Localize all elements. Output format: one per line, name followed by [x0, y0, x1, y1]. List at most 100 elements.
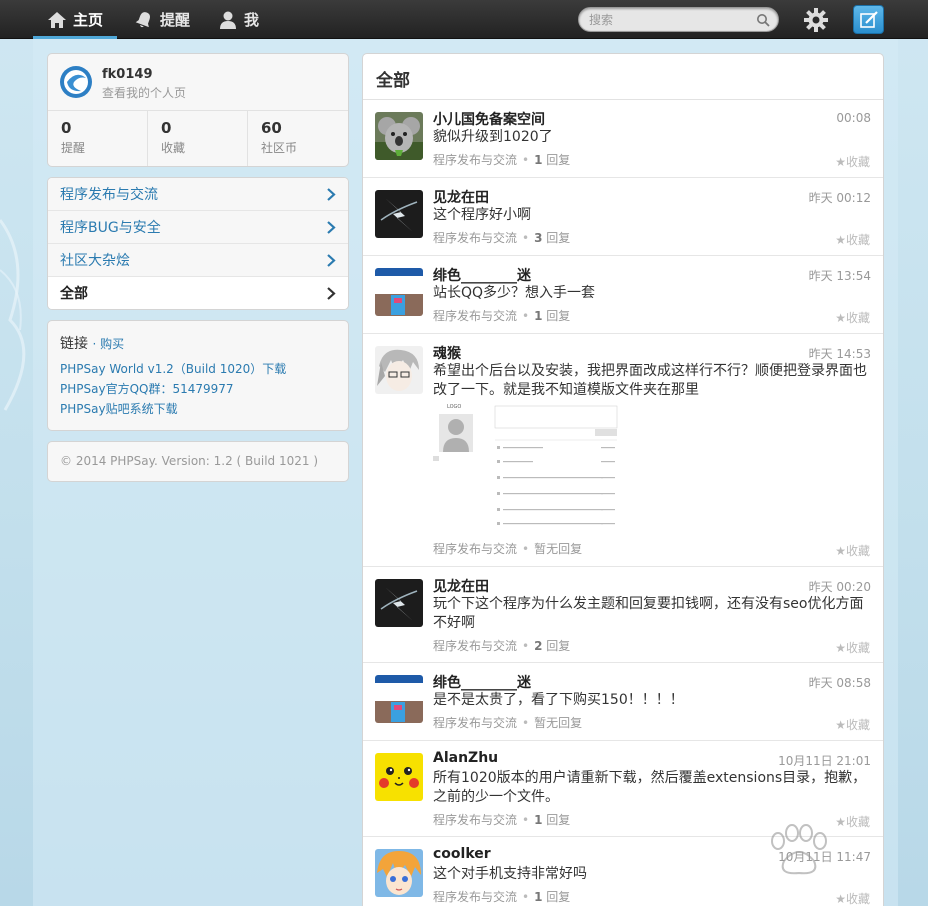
post-author[interactable]: coolker [433, 846, 491, 862]
reply-label[interactable]: 暂无回复 [534, 542, 582, 556]
category-misc[interactable]: 社区大杂烩 [48, 244, 348, 277]
nav-me[interactable]: 我 [218, 0, 259, 39]
reply-count: 1 [534, 813, 543, 827]
post-content[interactable]: 这个程序好小啊 [433, 206, 873, 225]
category-label: 社区大杂烩 [60, 253, 130, 269]
post-item[interactable]: 见龙在田 昨天 00:20 玩个下这个程序为什么发主题和回复要扣钱啊，还有没有s… [363, 567, 883, 663]
avatar-pikachu[interactable] [375, 753, 423, 801]
favorite-button[interactable]: ★收藏 [835, 309, 870, 326]
link-tieba-download[interactable]: PHPSay贴吧系统下载 [60, 399, 336, 419]
reply-label[interactable]: 回复 [546, 231, 570, 245]
profile-stats: 0 提醒 0 收藏 60 社区币 [48, 111, 348, 166]
stat-value: 0 [61, 119, 72, 137]
post-category[interactable]: 程序发布与交流 [433, 890, 517, 904]
reply-label[interactable]: 回复 [546, 309, 570, 323]
avatar-koala[interactable] [375, 112, 423, 160]
post-meta: 程序发布与交流 • 1 回复 [433, 151, 570, 168]
stat-label: 提醒 [61, 141, 86, 155]
profile-page-link[interactable]: 查看我的个人页 [102, 84, 186, 101]
favorite-button[interactable]: ★收藏 [835, 153, 870, 170]
reply-label[interactable]: 回复 [546, 813, 570, 827]
reply-label[interactable]: 回复 [546, 639, 570, 653]
nav-remind-label: 提醒 [160, 11, 191, 29]
post-category[interactable]: 程序发布与交流 [433, 231, 517, 245]
post-category[interactable]: 程序发布与交流 [433, 542, 517, 556]
search-icon[interactable] [756, 13, 770, 27]
link-qq-group[interactable]: PHPSay官方QQ群：51479977 [60, 379, 336, 399]
gear-icon[interactable] [803, 7, 829, 33]
nav-remind[interactable]: 提醒 [134, 0, 190, 39]
chevron-right-icon [327, 188, 336, 201]
favorite-button[interactable]: ★收藏 [835, 231, 870, 248]
avatar[interactable] [59, 65, 93, 99]
meta-separator: • [522, 309, 530, 323]
reply-count: 1 [534, 309, 543, 323]
reply-label[interactable]: 暂无回复 [534, 716, 582, 730]
stat-favorites[interactable]: 0 收藏 [148, 111, 248, 166]
category-all[interactable]: 全部 [48, 277, 348, 309]
post-category[interactable]: 程序发布与交流 [433, 639, 517, 653]
post-category[interactable]: 程序发布与交流 [433, 309, 517, 323]
post-author[interactable]: 见龙在田 [433, 576, 489, 596]
home-icon [48, 11, 66, 28]
avatar-anime-boy[interactable] [375, 346, 423, 394]
compose-button[interactable] [853, 5, 884, 34]
avatar-lightning[interactable] [375, 190, 423, 238]
post-content[interactable]: 貌似升级到1020了 [433, 128, 873, 147]
stat-value: 0 [160, 119, 172, 137]
reply-label[interactable]: 回复 [546, 153, 570, 167]
post-meta: 程序发布与交流 • 暂无回复 [433, 540, 582, 557]
post-author[interactable]: 绯色________迷 [433, 672, 531, 692]
post-category[interactable]: 程序发布与交流 [433, 813, 517, 827]
post-content[interactable]: 希望出个后台以及安装，我把界面改成这样行不行？顺便把登录界面也改了一下。就是我不… [433, 362, 873, 400]
stat-coins[interactable]: 60 社区币 [248, 111, 348, 166]
post-author[interactable]: 见龙在田 [433, 187, 489, 207]
favorite-label: 收藏 [845, 233, 870, 247]
favorite-button[interactable]: ★收藏 [835, 716, 870, 733]
post-item[interactable]: 魂猴 昨天 14:53 希望出个后台以及安装，我把界面改成这样行不行？顺便把登录… [363, 334, 883, 567]
link-download-world[interactable]: PHPSay World v1.2（Build 1020）下载 [60, 359, 336, 379]
profile-header[interactable]: fk0149 查看我的个人页 [48, 54, 348, 111]
profile-username[interactable]: fk0149 [102, 67, 152, 82]
favorite-button[interactable]: ★收藏 [835, 639, 870, 656]
post-item[interactable]: 绯色________迷 昨天 13:54 站长QQ多少？想入手一套 程序发布与交… [363, 256, 883, 334]
post-category[interactable]: 程序发布与交流 [433, 716, 517, 730]
top-navigation-bar: 主页 提醒 我 [0, 0, 928, 39]
favorite-button[interactable]: ★收藏 [835, 542, 870, 559]
category-bug-security[interactable]: 程序BUG与安全 [48, 211, 348, 244]
post-meta: 程序发布与交流 • 3 回复 [433, 229, 570, 246]
chevron-right-icon [327, 287, 336, 300]
post-time: 10月11日 21:01 [778, 754, 871, 768]
post-meta: 程序发布与交流 • 2 回复 [433, 637, 570, 654]
post-time: 00:08 [836, 111, 871, 125]
post-author[interactable]: 魂猴 [433, 343, 461, 363]
avatar-lightning[interactable] [375, 579, 423, 627]
post-author[interactable]: 小儿国免备案空间 [433, 109, 545, 129]
meta-separator: • [522, 542, 530, 556]
nav-home-label: 主页 [73, 11, 104, 29]
post-content[interactable]: 所有1020版本的用户请重新下载，然后覆盖extensions目录，抱歉，之前的… [433, 769, 873, 807]
reply-label[interactable]: 回复 [546, 890, 570, 904]
avatar-anime-blond[interactable] [375, 849, 423, 897]
post-content[interactable]: 是不是太贵了，看了下购买150！！！！ [433, 691, 873, 710]
post-item[interactable]: 绯色________迷 昨天 08:58 是不是太贵了，看了下购买150！！！！… [363, 663, 883, 741]
post-category[interactable]: 程序发布与交流 [433, 153, 517, 167]
buy-link[interactable]: · 购买 [92, 337, 124, 351]
nav-me-label: 我 [244, 11, 260, 29]
avatar-phone[interactable] [375, 268, 423, 316]
search-input[interactable] [579, 8, 749, 31]
post-author[interactable]: 绯色________迷 [433, 265, 531, 285]
post-item[interactable]: 小儿国免备案空间 00:08 貌似升级到1020了 程序发布与交流 • 1 回复 ★… [363, 100, 883, 178]
post-author[interactable]: AlanZhu [433, 750, 498, 766]
post-content[interactable]: 站长QQ多少？想入手一套 [433, 284, 873, 303]
category-label: 程序发布与交流 [60, 187, 158, 203]
post-content[interactable]: 玩个下这个程序为什么发主题和回复要扣钱啊，还有没有seo优化方面不好啊 [433, 595, 873, 633]
stat-remind[interactable]: 0 提醒 [48, 111, 148, 166]
post-attachment-image[interactable]: LOGO [433, 400, 623, 530]
post-item[interactable]: 见龙在田 昨天 00:12 这个程序好小啊 程序发布与交流 • 3 回复 ★收藏 [363, 178, 883, 256]
avatar-phone[interactable] [375, 675, 423, 723]
chevron-right-icon [327, 254, 336, 267]
nav-home[interactable]: 主页 [32, 0, 118, 39]
category-program-release[interactable]: 程序发布与交流 [48, 178, 348, 211]
links-title: 链接 [60, 336, 88, 352]
